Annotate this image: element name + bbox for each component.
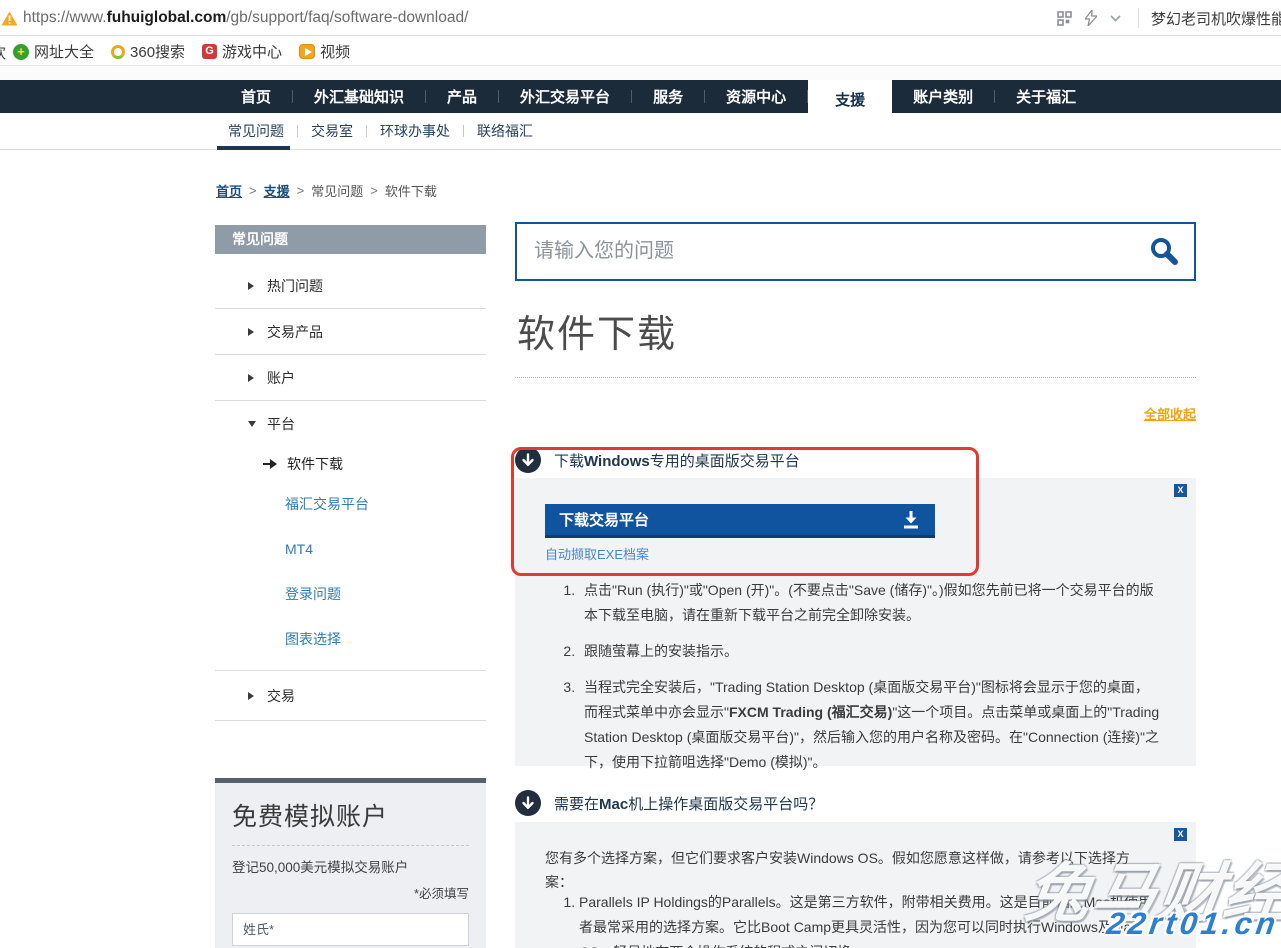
url-path: /gb/support/faq/software-download/ <box>226 9 468 26</box>
breadcrumb-home[interactable]: 首页 <box>216 181 242 200</box>
search-icon <box>1149 236 1179 266</box>
triangle-down-icon <box>248 421 256 427</box>
subnav-item-trading-room[interactable]: 交易室 <box>298 121 366 141</box>
faq-sidebar: 常见问题 热门问题 交易产品 账户 平台 软件下载 福汇交易平台 <box>215 225 486 721</box>
page-title: 软件下载 <box>517 303 677 358</box>
browser-window: https://www.fuhuiglobal.com/gb/support/f… <box>0 0 1281 948</box>
bookmarks-bar: 欢 + 网址大全 360搜索 G 游戏中心 视频 <box>0 37 1281 66</box>
search-button[interactable] <box>1144 233 1184 271</box>
demo-box-subtitle: 登记50,000美元模拟交易账户 <box>232 856 469 876</box>
sidebar-link-chart-options[interactable]: 图表选择 <box>215 616 486 661</box>
demo-box-title: 免费模拟账户 <box>232 797 469 833</box>
sidebar-link-mt4[interactable]: MT4 <box>215 526 486 571</box>
nav-item-services[interactable]: 服务 <box>632 80 704 113</box>
nav-item-trading-platforms[interactable]: 外汇交易平台 <box>499 80 631 113</box>
list-item: 跟随萤幕上的安装指示。 <box>579 639 1162 664</box>
breadcrumb-faq: 常见问题 <box>311 181 363 200</box>
triangle-right-icon <box>248 328 254 336</box>
bookmark-video[interactable]: 视频 <box>299 41 350 62</box>
bookmark-site-directory[interactable]: + 网址大全 <box>13 41 94 62</box>
divider <box>515 377 1196 378</box>
url-scheme: https://www. <box>23 9 107 26</box>
download-platform-button[interactable]: 下载交易平台 <box>545 504 935 538</box>
breadcrumb-support[interactable]: 支援 <box>264 181 290 200</box>
auto-exe-link[interactable]: 自动撷取EXE档案 <box>545 544 649 563</box>
sidebar-item-trading-products[interactable]: 交易产品 <box>215 309 486 355</box>
sidebar-item-software-download-active[interactable]: 软件下载 <box>215 447 486 481</box>
nav-item-forex-basics[interactable]: 外汇基础知识 <box>293 80 425 113</box>
list-item: 点击"Run (执行)"或"Open (开)"。(不要点击"Save (储存)"… <box>579 578 1162 628</box>
install-steps-list: 点击"Run (执行)"或"Open (开)"。(不要点击"Save (储存)"… <box>559 578 1162 786</box>
browser-tab-title[interactable]: 梦幻老司机吹爆性能 <box>1151 8 1281 29</box>
question-search-box <box>515 222 1196 281</box>
section-mac-header[interactable]: 需要在Mac机上操作桌面版交易平台吗？ <box>515 790 823 816</box>
chevron-down-icon[interactable] <box>1110 15 1121 22</box>
main-nav: 首页 外汇基础知识 产品 外汇交易平台 服务 资源中心 支援 账户类别 关于福汇 <box>0 80 1281 113</box>
arrow-down-circle-icon <box>515 447 541 473</box>
ring-icon <box>111 45 125 59</box>
nav-item-about[interactable]: 关于福汇 <box>995 80 1097 113</box>
subnav-item-faq[interactable]: 常见问题 <box>228 121 297 141</box>
url-domain: fuhuiglobal.com <box>107 9 227 26</box>
sidebar-link-trading-station[interactable]: 福汇交易平台 <box>215 481 486 526</box>
sidebar-item-hot-questions[interactable]: 热门问题 <box>215 263 486 309</box>
breadcrumb: 首页 > 支援 > 常见问题 > 软件下载 <box>216 181 437 200</box>
video-play-icon <box>299 44 315 59</box>
sidebar-item-platform-expanded[interactable]: 平台 <box>215 401 486 447</box>
subnav-item-global-offices[interactable]: 环球办事处 <box>367 121 463 141</box>
clipped-bookmark-label[interactable]: 欢 <box>0 42 6 63</box>
bookmark-360-search[interactable]: 360搜索 <box>111 41 185 62</box>
address-bar[interactable]: https://www.fuhuiglobal.com/gb/support/f… <box>23 0 468 36</box>
triangle-right-icon <box>248 374 254 382</box>
list-item: Parallels IP Holdings的Parallels。这是第三方软件，… <box>579 890 1162 948</box>
divider <box>215 661 486 671</box>
collapse-all-link[interactable]: 全部收起 <box>1144 404 1196 423</box>
breadcrumb-current: 软件下载 <box>385 181 437 200</box>
sidebar-header: 常见问题 <box>215 225 486 254</box>
nav-item-account-types[interactable]: 账户类别 <box>892 80 994 113</box>
arrow-right-icon <box>263 459 277 469</box>
game-center-icon: G <box>202 44 217 59</box>
chrome-gap <box>0 66 1281 80</box>
lightning-icon[interactable] <box>1085 10 1097 26</box>
section-windows-download-body: X 下载交易平台 自动撷取EXE档案 点击"Run (执行)"或"Open (开… <box>515 478 1196 766</box>
divider <box>1138 8 1139 28</box>
section-mac-body: X 您有多个选择方案，但它们要求客户安装Windows OS。假如您愿意这样做，… <box>515 822 1196 948</box>
mac-options-intro: 您有多个选择方案，但它们要求客户安装Windows OS。假如您愿意这样做，请参… <box>545 846 1156 894</box>
nav-item-resources[interactable]: 资源中心 <box>705 80 807 113</box>
sidebar-item-account[interactable]: 账户 <box>215 355 486 401</box>
active-subnav-underline <box>217 146 290 150</box>
security-warning-icon[interactable] <box>1 11 18 31</box>
divider <box>232 845 469 846</box>
sidebar-item-trading[interactable]: 交易 <box>215 671 486 721</box>
download-icon <box>902 510 920 529</box>
close-button[interactable]: X <box>1174 828 1187 841</box>
qr-code-icon[interactable] <box>1057 11 1072 26</box>
triangle-right-icon <box>248 282 254 290</box>
triangle-right-icon <box>248 692 254 700</box>
arrow-down-circle-icon <box>515 790 541 816</box>
nav-item-products[interactable]: 产品 <box>426 80 498 113</box>
section-windows-download-header[interactable]: 下载Windows专用的桌面版交易平台 <box>515 447 800 473</box>
required-note: *必须填写 <box>232 883 469 902</box>
sidebar-link-login-issues[interactable]: 登录问题 <box>215 571 486 616</box>
plus-circle-icon: + <box>13 44 29 60</box>
free-demo-account-box: 免费模拟账户 登记50,000美元模拟交易账户 *必须填写 <box>215 778 486 948</box>
close-button[interactable]: X <box>1174 484 1187 497</box>
subnav-item-contact[interactable]: 联络福汇 <box>464 121 546 141</box>
last-name-field[interactable] <box>232 913 469 946</box>
search-input[interactable] <box>517 224 1194 279</box>
address-bar-actions: 梦幻老司机吹爆性能 <box>1057 0 1281 36</box>
mac-options-list: Parallels IP Holdings的Parallels。这是第三方软件，… <box>559 890 1162 948</box>
nav-item-home[interactable]: 首页 <box>220 80 292 113</box>
address-bar-row: https://www.fuhuiglobal.com/gb/support/f… <box>0 0 1281 36</box>
support-sub-nav: 常见问题 交易室 环球办事处 联络福汇 <box>0 113 1281 150</box>
bookmark-game-center[interactable]: G 游戏中心 <box>202 41 282 62</box>
list-item: 当程式完全安装后，"Trading Station Desktop (桌面版交易… <box>579 675 1162 775</box>
